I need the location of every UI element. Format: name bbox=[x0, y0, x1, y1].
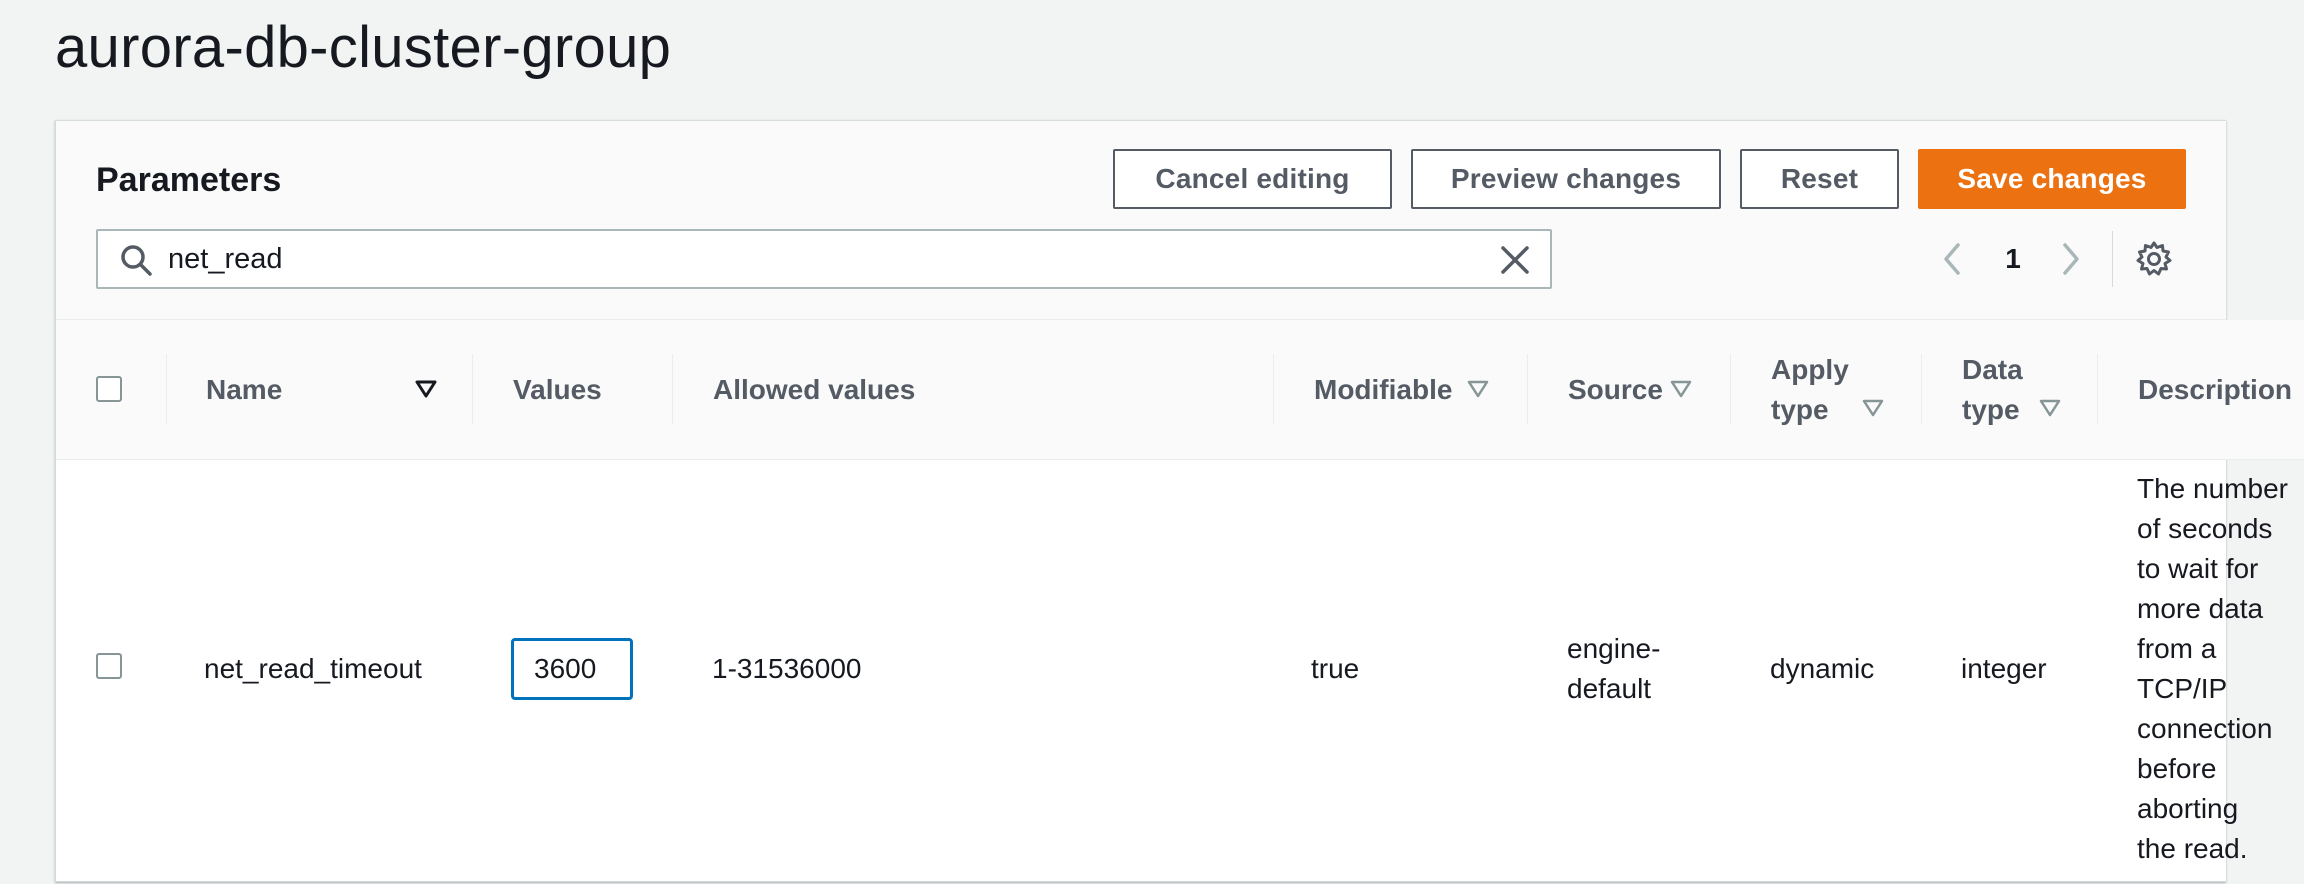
column-header-values: Values bbox=[513, 373, 602, 405]
cancel-editing-button[interactable]: Cancel editing bbox=[1113, 149, 1392, 209]
column-header-apply-type[interactable]: Apply type bbox=[1771, 320, 1849, 459]
page-title: aurora-db-cluster-group bbox=[55, 15, 672, 80]
column-separator bbox=[1273, 354, 1274, 424]
sort-icon[interactable] bbox=[2039, 399, 2061, 417]
select-all-checkbox[interactable] bbox=[96, 376, 122, 402]
parameters-panel: Parameters Cancel editing Preview change… bbox=[55, 120, 2304, 882]
row-allowed-values: 1-31536000 bbox=[712, 653, 862, 684]
sort-descending-icon[interactable] bbox=[415, 380, 437, 398]
preview-changes-button[interactable]: Preview changes bbox=[1411, 149, 1721, 209]
column-header-source[interactable]: Source bbox=[1568, 320, 1663, 459]
column-header-data-type[interactable]: Data type bbox=[1962, 320, 2023, 459]
search-box[interactable] bbox=[96, 229, 1552, 289]
column-header-name[interactable]: Name bbox=[206, 320, 282, 459]
row-source: engine- default bbox=[1567, 633, 1661, 704]
row-description: The number of seconds to wait for more d… bbox=[2137, 473, 2288, 864]
pagination-divider bbox=[2112, 231, 2113, 287]
table-header: Name Values Allowed values Modifiable So… bbox=[56, 320, 2304, 460]
pagination-current-page[interactable]: 1 bbox=[1998, 239, 2028, 279]
close-icon[interactable] bbox=[1498, 243, 1532, 277]
gear-icon[interactable] bbox=[2134, 239, 2174, 279]
panel-title: Parameters bbox=[96, 161, 282, 199]
row-modifiable: true bbox=[1311, 653, 1360, 684]
search-icon bbox=[121, 245, 152, 276]
column-header-allowed-values: Allowed values bbox=[713, 373, 916, 405]
column-separator bbox=[472, 354, 473, 424]
column-separator bbox=[1921, 354, 1922, 424]
reset-button[interactable]: Reset bbox=[1740, 149, 1899, 209]
chevron-left-icon[interactable] bbox=[1937, 239, 1967, 279]
search-input[interactable] bbox=[168, 237, 1468, 281]
sort-icon[interactable] bbox=[1670, 380, 1692, 398]
column-separator bbox=[2097, 354, 2098, 424]
row-apply-type: dynamic bbox=[1770, 653, 1875, 684]
sort-icon[interactable] bbox=[1467, 380, 1489, 398]
column-header-modifiable[interactable]: Modifiable bbox=[1314, 320, 1452, 459]
column-separator bbox=[1527, 354, 1528, 424]
value-input[interactable] bbox=[511, 638, 633, 700]
row-checkbox[interactable] bbox=[96, 653, 122, 679]
column-separator bbox=[166, 354, 167, 424]
save-changes-button[interactable]: Save changes bbox=[1918, 149, 2186, 209]
panel-header: Parameters Cancel editing Preview change… bbox=[56, 121, 2226, 320]
column-separator bbox=[672, 354, 673, 424]
row-name: net_read_timeout bbox=[204, 653, 422, 684]
row-data-type: integer bbox=[1961, 653, 2047, 684]
sort-icon[interactable] bbox=[1862, 399, 1884, 417]
column-header-description: Description bbox=[2138, 373, 2293, 405]
column-separator bbox=[1730, 354, 1731, 424]
chevron-right-icon[interactable] bbox=[2056, 239, 2086, 279]
